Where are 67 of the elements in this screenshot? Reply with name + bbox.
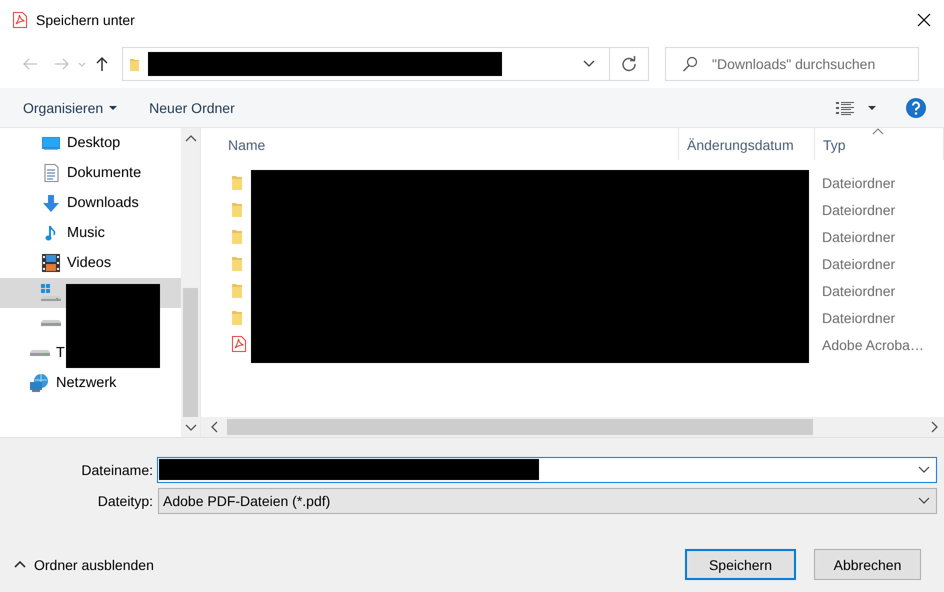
dialog-button[interactable]: Speichern — [685, 549, 796, 580]
scrollbar-thumb[interactable] — [183, 288, 198, 417]
caret-icon — [109, 106, 118, 110]
folder-icon — [231, 310, 243, 326]
caret-icon[interactable] — [868, 106, 876, 110]
pdf-icon — [231, 336, 247, 353]
folder-icon — [231, 228, 243, 244]
drive-icon — [41, 284, 61, 302]
desktop-icon — [42, 136, 60, 150]
column-header[interactable]: Name — [201, 128, 679, 160]
file-type-text: Dateiordner — [821, 256, 896, 272]
folder-icon — [231, 256, 243, 272]
new-folder-button[interactable]: Neuer Ordner — [140, 94, 244, 122]
chevron-down-icon[interactable] — [918, 466, 930, 473]
filename-field[interactable] — [157, 456, 937, 482]
refresh-button[interactable] — [610, 47, 649, 81]
file-type-text: Dateiordner — [821, 228, 896, 244]
file-type-text: Dateiordner — [821, 202, 896, 218]
chevron-down-icon[interactable] — [583, 60, 595, 68]
scrollbar-thumb[interactable] — [227, 419, 813, 435]
sidebar-item[interactable] — [0, 278, 181, 308]
folder-icon — [231, 202, 243, 218]
network-icon — [30, 374, 50, 392]
organize-menu-button[interactable]: Organisieren — [14, 94, 126, 122]
scroll-up-icon[interactable] — [184, 134, 196, 142]
scroll-left-icon[interactable] — [210, 421, 218, 433]
music-note-icon — [45, 225, 57, 241]
sidebar-item[interactable]: Music — [0, 218, 181, 248]
file-type-dropdown[interactable]: Adobe PDF-Dateien (*.pdf) — [158, 488, 937, 514]
up-arrow-icon[interactable] — [94, 56, 110, 72]
view-list-icon[interactable] — [836, 100, 854, 114]
close-icon[interactable] — [916, 12, 932, 28]
drive-icon — [30, 349, 50, 357]
file-type-text: Dateiordner — [821, 310, 896, 326]
sidebar-item[interactable]: Netzwerk — [0, 368, 181, 398]
chevron-up-icon — [14, 561, 26, 568]
help-icon[interactable] — [906, 98, 926, 118]
chevron-down-icon — [918, 497, 930, 504]
search-icon — [682, 56, 698, 72]
folder-icon — [231, 174, 243, 190]
scroll-right-icon[interactable] — [930, 421, 938, 433]
sidebar-item[interactable]: Dokumente — [0, 158, 181, 188]
film-strip-icon — [42, 254, 60, 272]
hide-folders-button[interactable]: Ordner ausblenden — [14, 556, 154, 572]
field-label: Dateiname: — [80, 462, 153, 478]
file-type-text: Dateiordner — [821, 282, 896, 298]
drive-icon — [41, 319, 61, 327]
download-arrow-icon — [42, 194, 60, 212]
column-header[interactable]: Änderungsdatum — [679, 128, 815, 160]
sidebar-item[interactable]: Downloads — [0, 188, 181, 218]
scroll-down-icon[interactable] — [184, 424, 196, 430]
sidebar-item[interactable]: Videos — [0, 248, 181, 278]
document-icon — [44, 164, 58, 182]
field-label: Dateityp: — [96, 492, 153, 508]
window-title: Speichern unter — [36, 12, 136, 28]
file-type-text: Dateiordner — [821, 174, 896, 190]
column-header[interactable]: Typ — [815, 128, 944, 160]
pdf-icon — [12, 12, 28, 28]
sidebar-item[interactable]: Desktop — [0, 128, 181, 158]
dialog-button[interactable]: Abbrechen — [814, 549, 921, 580]
folder-icon — [231, 282, 243, 298]
sidebar-item[interactable]: T — [0, 338, 181, 368]
refresh-icon — [621, 56, 637, 72]
file-type-text: Adobe Acroba… — [821, 336, 925, 352]
folder-icon — [129, 56, 140, 72]
address-field[interactable] — [122, 47, 610, 81]
search-field[interactable]: "Downloads" durchsuchen — [665, 47, 919, 81]
